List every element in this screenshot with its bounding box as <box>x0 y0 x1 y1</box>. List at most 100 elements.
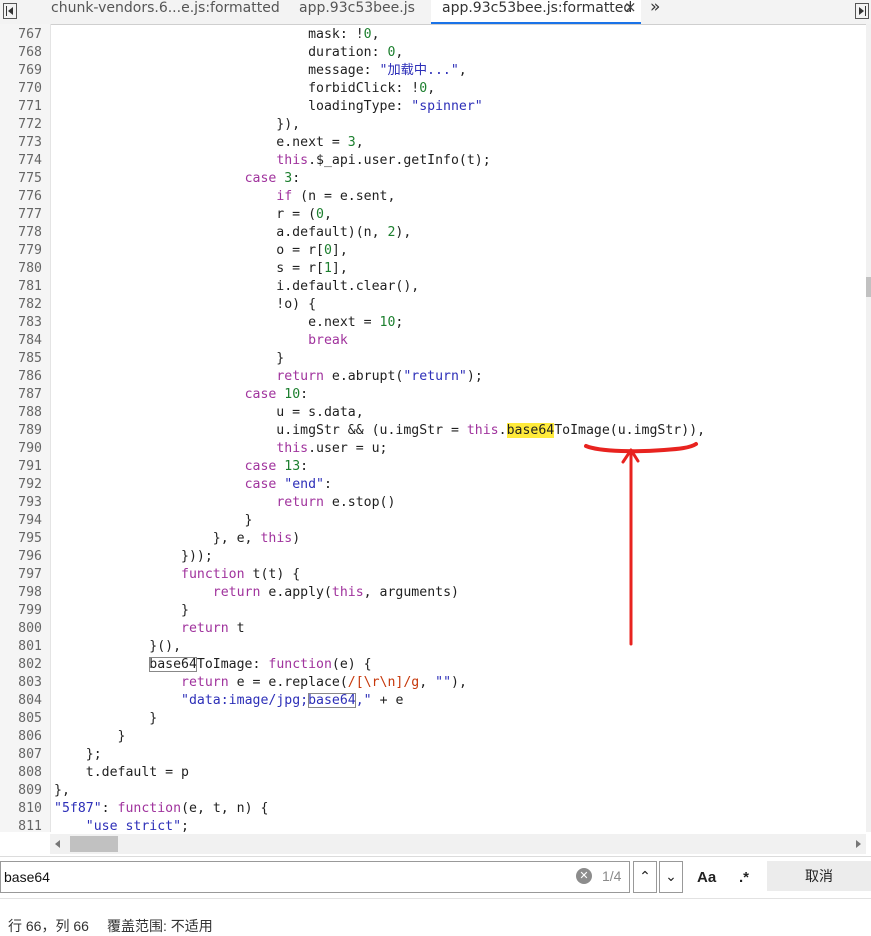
line-number[interactable]: 804 <box>0 692 42 710</box>
vertical-scrollbar[interactable] <box>866 24 871 832</box>
line-number[interactable]: 777 <box>0 206 42 224</box>
regex-button[interactable]: .* <box>739 869 749 886</box>
cancel-button[interactable]: 取消 <box>767 861 871 891</box>
code-text: message: "加载中...", <box>54 63 467 78</box>
scroll-right-icon <box>855 3 869 19</box>
match-case-button[interactable]: Aa <box>697 869 716 886</box>
code-text: forbidClick: !0, <box>54 81 436 96</box>
code-text: a.default)(n, 2), <box>54 225 412 240</box>
line-number[interactable]: 806 <box>0 728 42 746</box>
code-text: case "end": <box>244 477 332 492</box>
code-text: }(), <box>54 639 182 654</box>
line-number[interactable]: 790 <box>0 440 42 458</box>
code-text: if (n = e.sent, <box>276 189 396 204</box>
more-tabs-icon[interactable]: » <box>650 0 661 17</box>
code-text: duration: 0, <box>54 45 404 60</box>
match-count: 1/4 <box>602 868 622 884</box>
code-text: u.imgStr && (u.imgStr = this.base64ToIma… <box>54 423 706 438</box>
coverage-status[interactable]: 覆盖范围: 不适用 <box>107 916 213 936</box>
line-number[interactable]: 799 <box>0 602 42 620</box>
line-number[interactable]: 787 <box>0 386 42 404</box>
line-number[interactable]: 788 <box>0 404 42 422</box>
tab-bar: chunk-vendors.6...e.js:formatted app.93c… <box>0 0 871 25</box>
code-text: } <box>54 351 285 366</box>
scroll-tabs-left-button[interactable] <box>0 0 20 22</box>
line-number[interactable]: 800 <box>0 620 42 638</box>
code-text: "5f87": function(e, t, n) { <box>54 801 269 816</box>
code-text: }, e, this) <box>54 531 301 546</box>
clear-search-icon[interactable]: ✕ <box>576 868 592 884</box>
next-match-button[interactable]: ⌄ <box>659 861 683 893</box>
line-number[interactable]: 811 <box>0 818 42 832</box>
code-text: })); <box>54 549 213 564</box>
line-number[interactable]: 808 <box>0 764 42 782</box>
line-number[interactable]: 771 <box>0 98 42 116</box>
line-number[interactable]: 770 <box>0 80 42 98</box>
line-number[interactable]: 774 <box>0 152 42 170</box>
line-number[interactable]: 781 <box>0 278 42 296</box>
search-input[interactable] <box>0 861 630 893</box>
search-match: base64 <box>149 657 197 672</box>
chevron-up-icon: ⌃ <box>639 869 651 885</box>
line-number[interactable]: 779 <box>0 242 42 260</box>
line-number[interactable]: 775 <box>0 170 42 188</box>
line-number[interactable]: 768 <box>0 44 42 62</box>
line-number[interactable]: 792 <box>0 476 42 494</box>
close-tab-icon[interactable]: × <box>624 0 637 16</box>
line-number[interactable]: 786 <box>0 368 42 386</box>
code-text: "use strict"; <box>85 819 189 832</box>
scroll-right-arrow-icon[interactable] <box>856 840 861 848</box>
line-number[interactable]: 784 <box>0 332 42 350</box>
line-number[interactable]: 780 <box>0 260 42 278</box>
horizontal-scrollbar[interactable] <box>50 834 866 854</box>
line-number[interactable]: 803 <box>0 674 42 692</box>
line-number[interactable]: 782 <box>0 296 42 314</box>
code-text: e.next = 3, <box>54 135 364 150</box>
code-text: this.user = u; <box>276 441 388 456</box>
line-number[interactable]: 772 <box>0 116 42 134</box>
line-number[interactable]: 776 <box>0 188 42 206</box>
vertical-scroll-thumb[interactable] <box>866 277 871 297</box>
code-text: } <box>54 513 253 528</box>
code-text: }), <box>54 117 301 132</box>
code-text: loadingType: "spinner" <box>54 99 483 114</box>
horizontal-scroll-thumb[interactable] <box>70 836 118 852</box>
code-text: }; <box>54 747 102 762</box>
line-number[interactable]: 797 <box>0 566 42 584</box>
line-number[interactable]: 785 <box>0 350 42 368</box>
line-number[interactable]: 769 <box>0 62 42 80</box>
line-number[interactable]: 805 <box>0 710 42 728</box>
line-number[interactable]: 783 <box>0 314 42 332</box>
tab-app-js-formatted[interactable]: app.93c53bee.js:formatted <box>431 0 641 24</box>
line-number[interactable]: 796 <box>0 548 42 566</box>
line-number[interactable]: 789 <box>0 422 42 440</box>
code-text: return t <box>181 621 245 636</box>
code-text: mask: !0, <box>54 27 380 42</box>
line-number[interactable]: 807 <box>0 746 42 764</box>
line-number[interactable]: 802 <box>0 656 42 674</box>
line-number[interactable]: 791 <box>0 458 42 476</box>
code-editor[interactable]: 767 mask: !0, 768 duration: 0, 769 message… <box>0 24 866 832</box>
tab-chunk-vendors-formatted[interactable]: chunk-vendors.6...e.js:formatted <box>51 0 280 24</box>
scroll-left-arrow-icon[interactable] <box>55 840 60 848</box>
line-number[interactable]: 801 <box>0 638 42 656</box>
code-text: r = (0, <box>54 207 332 222</box>
code-text: return e.apply(this, arguments) <box>212 585 459 600</box>
line-number[interactable]: 809 <box>0 782 42 800</box>
previous-match-button[interactable]: ⌃ <box>633 861 657 893</box>
search-bar: ✕ 1/4 ⌃ ⌄ Aa .* 取消 <box>0 856 871 897</box>
line-number[interactable]: 767 <box>0 26 42 44</box>
line-number[interactable]: 778 <box>0 224 42 242</box>
line-number[interactable]: 794 <box>0 512 42 530</box>
code-text: !o) { <box>54 297 317 312</box>
line-number[interactable]: 795 <box>0 530 42 548</box>
code-text: this.$_api.user.getInfo(t); <box>276 153 491 168</box>
line-number[interactable]: 810 <box>0 800 42 818</box>
tab-app-js[interactable]: app.93c53bee.js <box>299 0 415 24</box>
code-text: case 13: <box>244 459 309 474</box>
line-number[interactable]: 798 <box>0 584 42 602</box>
code-text: return e.abrupt("return"); <box>276 369 483 384</box>
line-number[interactable]: 793 <box>0 494 42 512</box>
line-number[interactable]: 773 <box>0 134 42 152</box>
scroll-tabs-right-button[interactable] <box>851 0 871 22</box>
